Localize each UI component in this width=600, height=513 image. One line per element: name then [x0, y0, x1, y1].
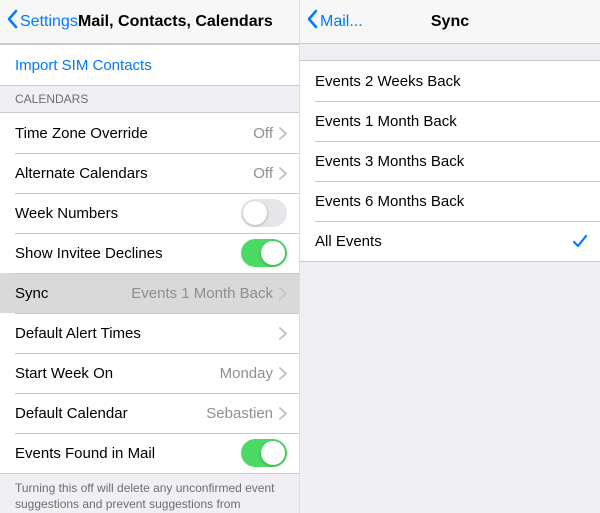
- import-sim-row[interactable]: Import SIM Contacts: [0, 45, 299, 85]
- row-timezone[interactable]: Time Zone Override Off: [0, 113, 299, 153]
- sync-pane: Mail... Sync Events 2 Weeks Back Events …: [300, 0, 600, 513]
- back-label-left: Settings: [20, 13, 78, 31]
- switch-week-numbers[interactable]: [241, 199, 287, 227]
- section-header-calendars: CALENDARS: [0, 86, 299, 112]
- content-left: Import SIM Contacts CALENDARS Time Zone …: [0, 44, 299, 513]
- navbar-right: Mail... Sync: [300, 0, 600, 44]
- settings-pane: Settings Mail, Contacts, Calendars Impor…: [0, 0, 300, 513]
- back-label-right: Mail...: [320, 13, 363, 31]
- row-default-alert-times[interactable]: Default Alert Times: [0, 313, 299, 353]
- row-invitee-declines: Show Invitee Declines: [0, 233, 299, 273]
- checkmark-icon: [572, 233, 588, 249]
- row-sync[interactable]: Sync Events 1 Month Back: [0, 273, 299, 313]
- sync-option[interactable]: Events 1 Month Back: [300, 101, 600, 141]
- chevron-left-icon: [6, 9, 18, 34]
- navbar-left: Settings Mail, Contacts, Calendars: [0, 0, 299, 44]
- chevron-left-icon: [306, 9, 318, 34]
- chevron-right-icon: [279, 327, 287, 340]
- footer-note: Turning this off will delete any unconfi…: [0, 474, 299, 513]
- switch-events-found-mail[interactable]: [241, 439, 287, 467]
- content-right: Events 2 Weeks Back Events 1 Month Back …: [300, 44, 600, 513]
- row-alternate-calendars[interactable]: Alternate Calendars Off: [0, 153, 299, 193]
- chevron-right-icon: [279, 407, 287, 420]
- back-button-left[interactable]: Settings: [6, 9, 78, 34]
- switch-invitee-declines[interactable]: [241, 239, 287, 267]
- sync-option[interactable]: All Events: [300, 221, 600, 261]
- chevron-right-icon: [279, 287, 287, 300]
- chevron-right-icon: [279, 367, 287, 380]
- page-title-left: Mail, Contacts, Calendars: [78, 13, 299, 31]
- row-week-numbers: Week Numbers: [0, 193, 299, 233]
- row-default-calendar[interactable]: Default Calendar Sebastien: [0, 393, 299, 433]
- sync-option[interactable]: Events 2 Weeks Back: [300, 61, 600, 101]
- row-start-week-on[interactable]: Start Week On Monday: [0, 353, 299, 393]
- sync-option[interactable]: Events 6 Months Back: [300, 181, 600, 221]
- row-events-found-mail: Events Found in Mail: [0, 433, 299, 473]
- chevron-right-icon: [279, 127, 287, 140]
- back-button-right[interactable]: Mail...: [306, 9, 363, 34]
- sync-option[interactable]: Events 3 Months Back: [300, 141, 600, 181]
- chevron-right-icon: [279, 167, 287, 180]
- import-sim-label: Import SIM Contacts: [15, 57, 287, 74]
